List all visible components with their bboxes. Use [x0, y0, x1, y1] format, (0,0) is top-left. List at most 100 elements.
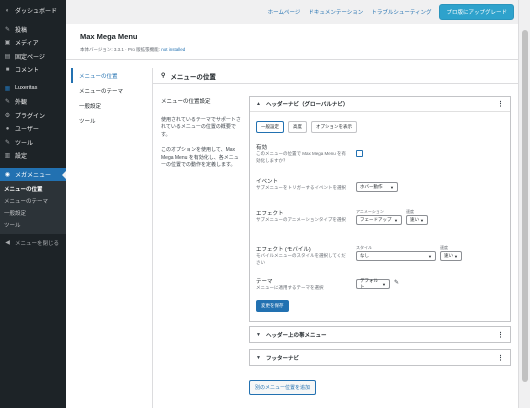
sidebar-item-appearance[interactable]: ✎ 外観 — [0, 95, 66, 109]
pin-icon: ✎ — [4, 26, 11, 33]
sidebar-item-pages[interactable]: ▤ 固定ページ — [0, 50, 66, 64]
sidebar-item-label: メディア — [15, 41, 39, 48]
intro-heading: メニューの位置設定 — [161, 99, 211, 105]
luxeritas-icon: ▦ — [4, 85, 11, 92]
chevron-down-icon: ▼ — [394, 217, 398, 223]
edit-theme-icon[interactable]: ✎ — [394, 279, 399, 286]
animation-select[interactable]: フェードアップ ▼ — [356, 215, 402, 225]
tab-menu-locations[interactable]: メニューの位置 — [71, 68, 145, 83]
sidebar-item-megamenu[interactable]: ◉ メガメニュー — [0, 167, 66, 181]
chevron-down-icon: ▼ — [390, 184, 394, 190]
enable-checkbox[interactable] — [356, 150, 363, 157]
homepage-link[interactable]: ホームページ — [268, 8, 301, 16]
sidebar-item-plugins[interactable]: ⚙ プラグイン — [0, 109, 66, 123]
sidebar-item-label: 固定ページ — [15, 54, 45, 61]
troubleshooting-link[interactable]: トラブルシューティング — [371, 8, 431, 16]
comment-icon: ■ — [5, 66, 10, 73]
option-theme: テーマ メニューに適用するテーマを選択 デフォルト ▼ ✎ — [250, 277, 510, 303]
panel-header[interactable]: ▼ ヘッダー上の帯メニュー ⋮ — [250, 327, 510, 342]
sidebar-item-label: 外観 — [15, 100, 28, 107]
documentation-link[interactable]: ドキュメンテーション — [308, 8, 363, 16]
submenu-item-general[interactable]: 一般設定 — [0, 207, 66, 219]
panel-title: ヘッダー上の帯メニュー — [265, 332, 327, 339]
chevron-up-icon: ▲ — [256, 101, 261, 107]
scrollbar-thumb[interactable] — [522, 30, 528, 382]
animation-speed-select[interactable]: 速い ▼ — [406, 215, 428, 225]
sidebar-item-comments[interactable]: ■ コメント — [0, 63, 66, 77]
option-desc: このメニューの位置で Max Mega Menu を有効化しますか？ — [256, 151, 347, 163]
media-icon: ▣ — [4, 40, 11, 47]
subtab-advanced[interactable]: 高度 — [288, 121, 307, 133]
location-panel-header-nav: ▲ ヘッダーナビ（グローバルナビ） ⋮ 一般設定 高度 オプションを表示 有効 … — [249, 96, 511, 322]
tab-general-settings[interactable]: 一般設定 — [71, 98, 145, 113]
upgrade-pro-button[interactable]: プロ版にアップグレード — [439, 4, 514, 20]
panel-header[interactable]: ▼ フッターナビ ⋮ — [250, 350, 510, 365]
megamenu-submenu: メニューの位置 メニューのテーマ 一般設定 ツール — [0, 181, 66, 234]
version-text: 本体バージョン: 3.3.1 · Pro 版拡張機能: — [80, 47, 160, 52]
sidebar-item-label: 設定 — [15, 154, 28, 161]
collapse-menu-button[interactable]: ◀ メニューを閉じる — [0, 236, 66, 250]
more-options-icon[interactable]: ⋮ — [497, 100, 504, 108]
chevron-down-icon: ▼ — [256, 331, 261, 338]
submenu-item-locations[interactable]: メニューの位置 — [0, 183, 66, 195]
more-options-icon[interactable]: ⋮ — [497, 354, 504, 362]
chevron-down-icon: ▼ — [256, 354, 261, 361]
event-select[interactable]: ホバー動作 ▼ — [356, 182, 398, 192]
sidebar-item-tools[interactable]: ✎ ツール — [0, 136, 66, 150]
location-panel-footer-nav: ▼ フッターナビ ⋮ — [249, 349, 511, 366]
sidebar-item-dashboard[interactable]: ◐ ダッシュボード — [0, 4, 66, 18]
chevron-down-icon: ▼ — [428, 253, 432, 259]
collapse-icon: ◀ — [5, 240, 10, 247]
sidebar-item-label: ツール — [15, 140, 34, 147]
sidebar-item-posts[interactable]: ✎ 投稿 — [0, 23, 66, 37]
option-effect-mobile: エフェクト (モバイル) モバイルメニューのスタイルを選択してください スタイル… — [250, 245, 510, 277]
chevron-down-icon: ▼ — [454, 253, 458, 259]
option-event: イベント サブメニューをトリガーするイベントを選択 ホバー動作 ▼ — [250, 177, 510, 209]
content-area: ⚲ メニューの位置 メニューの位置設定 使用されているテーマでサポートされている… — [152, 68, 518, 408]
page-title: Max Mega Menu — [80, 32, 138, 41]
option-desc: メニューに適用するテーマを選択 — [256, 285, 324, 290]
sidebar-item-label: ユーザー — [15, 127, 39, 134]
page-header: Max Mega Menu 本体バージョン: 3.3.1 · Pro 版拡張機能… — [66, 24, 518, 60]
submenu-item-tools[interactable]: ツール — [0, 219, 66, 231]
sidebar-item-label: Luxeritas — [15, 85, 38, 92]
sidebar-item-users[interactable]: ● ユーザー — [0, 122, 66, 136]
option-desc: モバイルメニューのスタイルを選択してください — [256, 253, 346, 265]
sidebar-item-label: ダッシュボード — [15, 9, 58, 16]
option-title: 有効 — [256, 145, 268, 151]
settings-page: Max Mega Menu 本体バージョン: 3.3.1 · Pro 版拡張機能… — [66, 24, 518, 408]
sidebar-item-luxeritas[interactable]: ▦ Luxeritas — [0, 82, 66, 96]
sidebar-item-label: メガメニュー — [15, 172, 52, 179]
user-icon: ● — [5, 125, 10, 132]
page-scrollbar[interactable] — [518, 0, 530, 408]
more-options-icon[interactable]: ⋮ — [497, 331, 504, 339]
section-header: ⚲ メニューの位置 — [153, 68, 518, 84]
tab-tools[interactable]: ツール — [71, 113, 145, 128]
sidebar-item-settings[interactable]: ▥ 設定 — [0, 149, 66, 163]
mobile-style-select[interactable]: なし ▼ — [356, 251, 436, 261]
plugin-topbar: ホームページ ドキュメンテーション トラブルシューティング プロ版にアップグレー… — [66, 0, 518, 24]
theme-select[interactable]: デフォルト ▼ — [356, 278, 390, 289]
add-menu-location-button[interactable]: 別のメニュー位置を追加 — [249, 380, 317, 395]
panel-title: ヘッダーナビ（グローバルナビ） — [265, 102, 349, 108]
settings-tabs: メニューの位置 メニューのテーマ 一般設定 ツール — [71, 68, 145, 128]
plugin-icon: ⚙ — [4, 112, 11, 119]
sidebar-item-label: コメント — [15, 68, 40, 75]
panel-header[interactable]: ▲ ヘッダーナビ（グローバルナビ） ⋮ — [250, 97, 510, 112]
intro-paragraph: このオプションを使用して、Max Mega Menu を有効化し、各メニューの位… — [161, 146, 239, 169]
save-changes-button[interactable]: 変更を保存 — [256, 300, 289, 312]
option-enable: 有効 このメニューの位置で Max Mega Menu を有効化しますか？ — [250, 143, 510, 177]
subtab-general[interactable]: 一般設定 — [256, 121, 284, 133]
option-desc: サブメニューのアニメーションタイプを選択 — [256, 217, 346, 222]
mobile-speed-select[interactable]: 速い ▼ — [440, 251, 462, 261]
submenu-item-themes[interactable]: メニューのテーマ — [0, 195, 66, 207]
pro-status-link[interactable]: not installed — [161, 47, 185, 52]
subtab-display-options[interactable]: オプションを表示 — [311, 121, 357, 133]
chevron-down-icon: ▼ — [382, 281, 386, 287]
tool-icon: ✎ — [4, 139, 11, 146]
tab-menu-themes[interactable]: メニューのテーマ — [71, 83, 145, 98]
settings-icon: ▥ — [4, 153, 11, 160]
panel-title: フッターナビ — [265, 355, 299, 362]
sidebar-item-media[interactable]: ▣ メディア — [0, 36, 66, 50]
location-settings-intro: メニューの位置設定 使用されているテーマでサポートされているメニューの位置の概要… — [161, 98, 241, 177]
